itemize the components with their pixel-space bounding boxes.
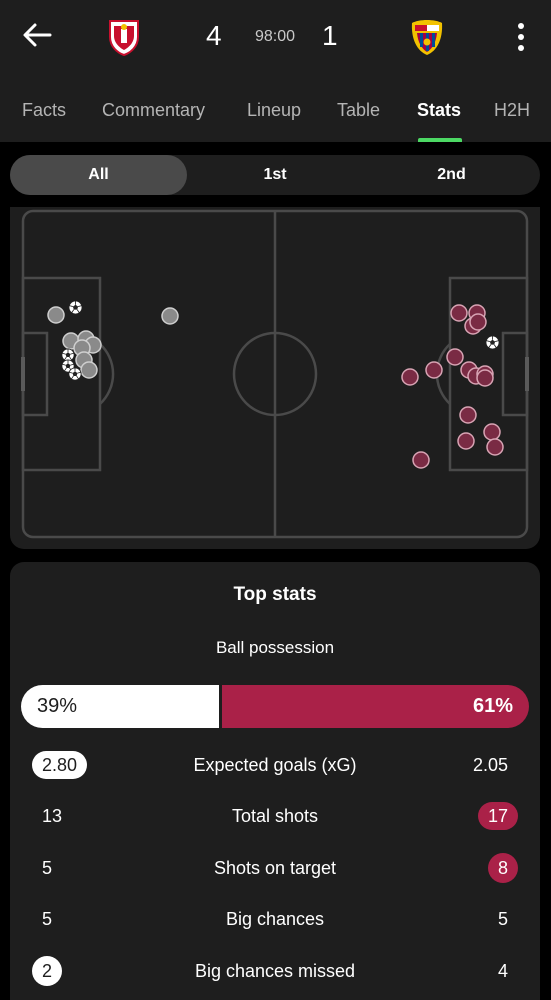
home-goal-ball-icon[interactable] xyxy=(68,300,83,315)
away-goal-marker xyxy=(525,357,529,391)
away-shot-marker[interactable] xyxy=(401,368,419,386)
away-shot-marker[interactable] xyxy=(425,361,443,379)
shot-map-card xyxy=(10,207,540,549)
shot-map[interactable] xyxy=(10,207,540,549)
period-first-half[interactable]: 1st xyxy=(187,155,363,195)
possession-bar: 39% 61% xyxy=(21,685,529,728)
total-shots-label: Total shots xyxy=(231,806,319,826)
away-shot-marker[interactable] xyxy=(476,369,494,387)
tab-table[interactable]: Table xyxy=(337,100,380,121)
home-goal-ball-icon[interactable] xyxy=(68,367,82,381)
home-shot-marker[interactable] xyxy=(47,306,65,324)
match-clock: 98:00 xyxy=(254,28,296,45)
away-shot-marker[interactable] xyxy=(412,451,430,469)
tab-facts[interactable]: Facts xyxy=(22,100,66,121)
period-all[interactable]: All xyxy=(10,155,187,195)
away-shot-marker[interactable] xyxy=(469,313,487,331)
tab-bar: Facts Commentary Lineup Table Stats H2H xyxy=(0,92,551,142)
stat-row-big-chances-missed: 2 Big chances missed 4 xyxy=(10,951,540,991)
away-score: 1 xyxy=(322,20,338,51)
arrow-left-icon[interactable] xyxy=(20,20,54,50)
tab-lineup[interactable]: Lineup xyxy=(247,100,301,121)
big-chances-missed-away-value: 4 xyxy=(497,961,508,981)
home-goal-ball-icon[interactable] xyxy=(61,348,75,362)
home-team-crest-icon[interactable] xyxy=(106,17,142,57)
big-chances-label: Big chances xyxy=(225,909,325,929)
xg-label: Expected goals (xG) xyxy=(193,755,357,775)
big-chances-missed-home-value: 2 xyxy=(32,956,62,986)
stat-row-big-chances: 5 Big chances 5 xyxy=(10,899,540,939)
possession-away-value: 61% xyxy=(472,695,513,717)
big-chances-missed-label: Big chances missed xyxy=(194,961,356,981)
xg-away-value: 2.05 xyxy=(472,755,508,775)
home-goal-marker xyxy=(21,357,25,391)
top-stats-title: Top stats xyxy=(233,584,317,605)
more-vertical-icon[interactable] xyxy=(508,20,534,54)
away-shot-marker[interactable] xyxy=(457,432,475,450)
possession-label: Ball possession xyxy=(215,638,335,657)
xg-home-value: 2.80 xyxy=(32,751,88,779)
away-shot-marker[interactable] xyxy=(446,348,464,366)
total-shots-away-value: 17 xyxy=(477,802,518,830)
match-header: 4 98:00 1 Facts Commentary Lineup Table … xyxy=(0,0,551,142)
away-goal-ball-icon[interactable] xyxy=(485,335,500,350)
away-shot-marker[interactable] xyxy=(459,406,477,424)
active-tab-indicator xyxy=(418,138,462,142)
stat-row-xg: 2.80 Expected goals (xG) 2.05 xyxy=(10,745,540,785)
possession-home-fill: 39% xyxy=(21,685,219,728)
away-team-crest-icon[interactable] xyxy=(409,17,445,57)
home-shot-marker[interactable] xyxy=(80,361,98,379)
away-shot-marker[interactable] xyxy=(450,304,468,322)
period-selector: All 1st 2nd xyxy=(10,155,540,195)
top-stats-card: Top stats Ball possession 39% 61% 2.80 E… xyxy=(10,562,540,1000)
big-chances-away-value: 5 xyxy=(497,909,508,929)
stat-row-shots-on-target: 5 Shots on target 8 xyxy=(10,848,540,888)
big-chances-home-value: 5 xyxy=(42,909,53,929)
away-shot-marker[interactable] xyxy=(486,438,504,456)
home-score: 4 xyxy=(206,20,222,51)
pitch-lines xyxy=(21,209,529,539)
home-shot-marker[interactable] xyxy=(161,307,179,325)
period-second-half[interactable]: 2nd xyxy=(363,155,540,195)
shots-on-target-label: Shots on target xyxy=(213,858,337,878)
shots-on-target-away-value: 8 xyxy=(488,853,518,883)
stat-row-total-shots: 13 Total shots 17 xyxy=(10,796,540,836)
away-shot-marker[interactable] xyxy=(483,423,501,441)
tab-h2h[interactable]: H2H xyxy=(494,100,530,121)
tab-stats[interactable]: Stats xyxy=(417,100,461,121)
tab-commentary[interactable]: Commentary xyxy=(102,100,205,121)
possession-away-fill: 61% xyxy=(222,685,529,728)
possession-home-value: 39% xyxy=(37,695,78,717)
away-shots xyxy=(401,304,504,469)
shots-on-target-home-value: 5 xyxy=(42,858,53,878)
total-shots-home-value: 13 xyxy=(42,806,63,826)
